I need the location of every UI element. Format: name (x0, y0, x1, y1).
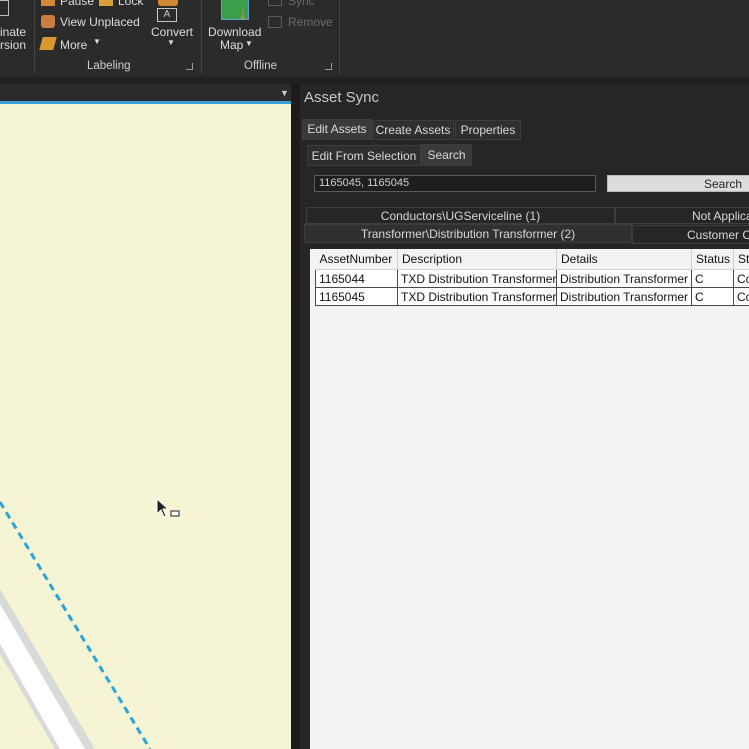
column-header-status-description[interactable]: Status Description (733, 249, 749, 270)
cell-assetnumber[interactable]: 1165044 (315, 269, 398, 288)
column-header-description[interactable]: Description (397, 249, 557, 270)
convert-button[interactable]: A Convert ▼ (150, 0, 196, 52)
pane-title: Asset Sync (304, 89, 380, 106)
map-features (0, 501, 152, 749)
chevron-down-icon: ▼ (93, 37, 101, 46)
column-header-details[interactable]: Details (556, 249, 692, 270)
ribbon-separator (201, 0, 202, 74)
labeling-group-label: Labeling (87, 60, 131, 72)
chevron-down-icon[interactable]: ▼ (280, 88, 289, 98)
column-header-status[interactable]: Status (691, 249, 734, 270)
chevron-down-icon: ▼ (167, 38, 175, 47)
layer-tab-not-applicable[interactable]: Not Applicable (615, 207, 749, 224)
annotation-icon: A (157, 8, 177, 22)
sync-icon (268, 0, 282, 6)
coordinate-conversion-label-2: rsion (0, 38, 27, 52)
search-button-label: Search (703, 177, 742, 191)
cell-assetnumber[interactable]: 1165045 (315, 287, 398, 306)
dashed-line-feature (0, 501, 152, 749)
convert-top-icon (158, 0, 178, 6)
asset-results-grid: AssetNumber Description Details Status S… (310, 249, 749, 749)
remove-icon (268, 16, 282, 28)
asset-search-input[interactable]: 1165045, 1165045 (314, 175, 596, 192)
map-view[interactable] (0, 104, 291, 749)
cell-status[interactable]: C (691, 269, 734, 288)
mouse-cursor-icon (156, 498, 180, 518)
subtab-search[interactable]: Search (421, 144, 472, 166)
layer-tab-distribution-transformer[interactable]: Transformer\Distribution Transformer (2) (304, 224, 632, 243)
offline-dialog-launcher-icon[interactable] (325, 63, 332, 70)
cell-description[interactable]: TXD Distribution Transformer (397, 269, 557, 288)
cell-status-description[interactable]: Construction (733, 287, 749, 306)
ribbon-separator (34, 0, 35, 74)
offline-group-label: Offline (244, 60, 278, 72)
cell-status-description[interactable]: Construction (733, 269, 749, 288)
tab-create-assets[interactable]: Create Assets (372, 120, 454, 140)
cell-details[interactable]: Distribution Transformer (556, 287, 692, 306)
table-header-row: AssetNumber Description Details Status S… (315, 249, 749, 270)
tab-properties[interactable]: Properties (455, 120, 521, 140)
coordinate-conversion-label-1: inate (0, 25, 27, 39)
table-row[interactable]: 1165044 TXD Distribution Transformer Dis… (315, 269, 749, 288)
table-row[interactable]: 1165045 TXD Distribution Transformer Dis… (315, 287, 749, 306)
download-map-button[interactable]: ↓ Download Map ▼ (207, 0, 265, 52)
download-arrow-icon: ↓ (239, 6, 247, 23)
search-button[interactable]: Search (607, 175, 749, 192)
tab-edit-assets[interactable]: Edit Assets (302, 119, 372, 140)
ribbon: inate rsion Pause Lock View Unplaced Mor… (0, 0, 749, 77)
layer-tab-customer-connections[interactable]: Customer Connections (632, 225, 749, 244)
ribbon-separator (339, 0, 340, 74)
label-pen-icon (39, 37, 57, 50)
chevron-down-icon: ▼ (245, 39, 253, 48)
cell-details[interactable]: Distribution Transformer (556, 269, 692, 288)
coordinate-conversion-icon[interactable] (0, 0, 9, 16)
map-tab-bar: ▼ (0, 84, 292, 102)
layer-tab-ug-serviceline[interactable]: Conductors\UGServiceline (1) (306, 207, 615, 224)
subtab-edit-from-selection[interactable]: Edit From Selection (307, 145, 421, 166)
pane-splitter[interactable] (291, 84, 300, 749)
cell-status[interactable]: C (691, 287, 734, 306)
pause-icon (41, 0, 55, 6)
view-unplaced-icon (41, 15, 55, 28)
labeling-dialog-launcher-icon[interactable] (186, 63, 193, 70)
cell-description[interactable]: TXD Distribution Transformer (397, 287, 557, 306)
asset-table: AssetNumber Description Details Status S… (315, 249, 749, 306)
column-header-assetnumber[interactable]: AssetNumber (315, 249, 398, 270)
lock-icon (99, 0, 113, 6)
